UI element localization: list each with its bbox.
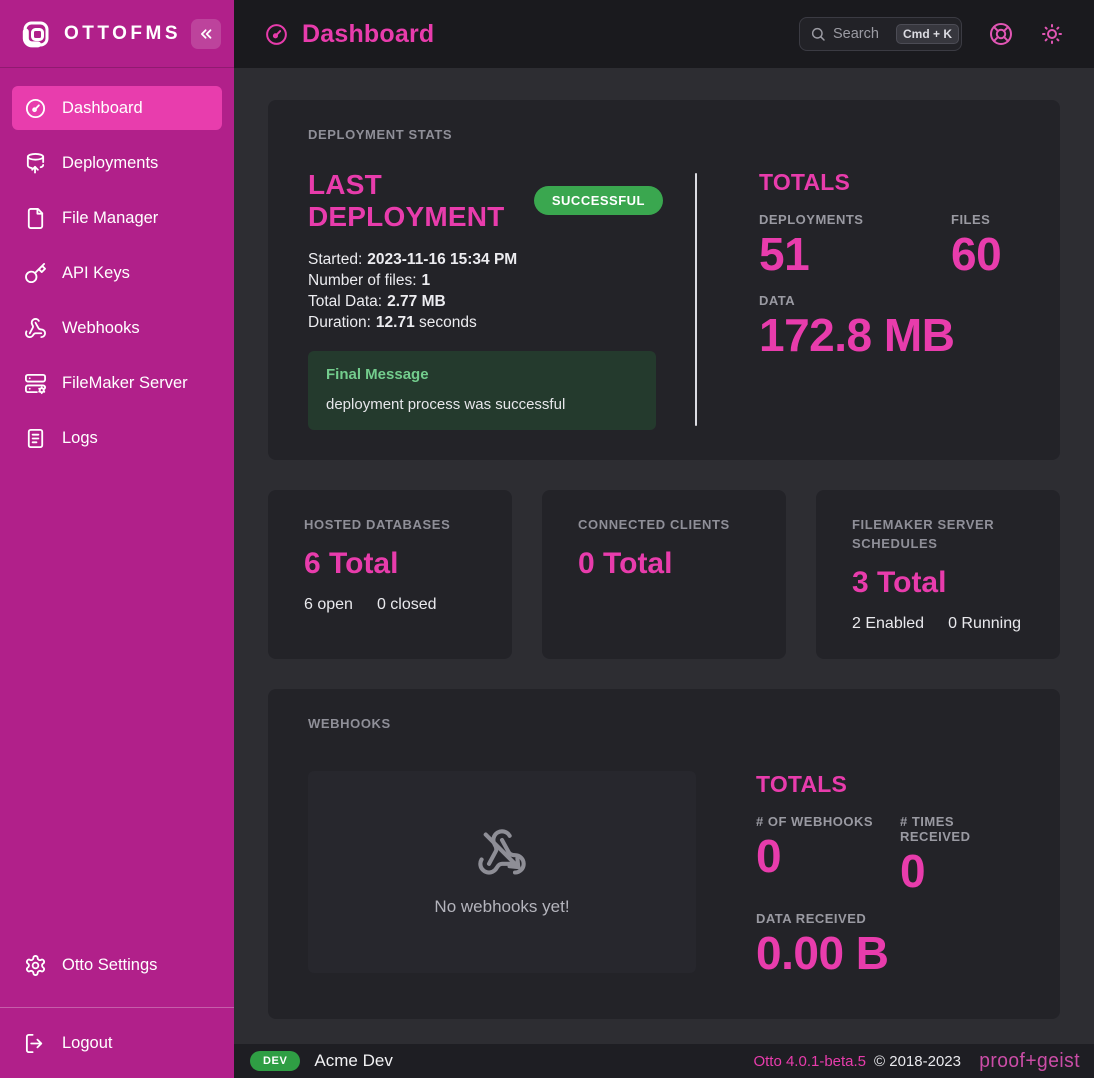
databases-closed-count: 0 closed [377,596,437,614]
webhooks-empty-state: No webhooks yet! [308,771,696,973]
server-name: Acme Dev [314,1051,392,1071]
stat-data: DATA 172.8 MB [759,293,1001,361]
logout-icon [24,1032,47,1055]
status-badge: SUCCESSFUL [534,186,663,215]
footer-right: Otto 4.0.1-beta.5 © 2018-2023 proof+geis… [753,1050,1080,1073]
webhooks-empty-message: No webhooks yet! [434,897,569,917]
deployment-stats-body: LAST DEPLOYMENT SUCCESSFUL Started:2023-… [308,169,1020,430]
sidebar-item-label: FileMaker Server [62,374,188,393]
sidebar-collapse-button[interactable] [191,19,221,49]
server-gear-icon [24,372,47,395]
fms-schedules-card: FILEMAKER SERVER SCHEDULES 3 Total 2 Ena… [816,490,1060,659]
last-deployment-title: LAST DEPLOYMENT [308,169,512,233]
sidebar-item-file-manager[interactable]: File Manager [12,196,222,240]
sidebar-header: OTTOFMS [0,0,234,68]
sidebar-item-label: Otto Settings [62,956,157,975]
sidebar-item-filemaker-server[interactable]: FileMaker Server [12,361,222,405]
gauge-icon [264,22,289,47]
theme-toggle-button[interactable] [1040,22,1064,46]
totals-title: TOTALS [759,169,1001,196]
file-icon [24,207,47,230]
webhooks-label: WEBHOOKS [308,715,1020,734]
deployment-stats-label: DEPLOYMENT STATS [308,126,1020,145]
schedules-enabled-count: 2 Enabled [852,615,924,633]
search-icon [810,26,826,42]
schedules-running-count: 0 Running [948,615,1021,633]
version-text: Otto 4.0.1-beta.5 [753,1053,866,1070]
topbar: Dashboard Cmd + K [234,0,1094,68]
sidebar-item-logout[interactable]: Logout [0,1007,234,1078]
stat-times-received: # TIMES RECEIVED 0 [900,814,1020,897]
stat-files: FILES 60 [951,212,1001,280]
stat-deployments: DEPLOYMENTS 51 [759,212,951,280]
stat-webhook-count: # OF WEBHOOKS 0 [756,814,900,897]
webhook-icon [24,317,47,340]
webhook-off-icon [476,827,528,879]
webhooks-card: WEBHOOKS No webhooks yet! [268,689,1060,1019]
last-deployment-details: Started:2023-11-16 15:34 PM Number of fi… [308,249,663,333]
search-box[interactable]: Cmd + K [799,17,962,51]
sidebar-item-label: File Manager [62,209,158,228]
stat-data-received: DATA RECEIVED 0.00 B [756,911,1020,979]
sidebar: OTTOFMS Dashboard [0,0,234,1078]
topbar-actions: Cmd + K [799,17,1064,51]
database-up-icon [24,152,47,175]
main-column: Dashboard Cmd + K [234,0,1094,1078]
ottofms-logo-icon [18,16,54,52]
sidebar-bottom: Otto Settings Logout [0,943,234,1078]
sidebar-nav: Dashboard Deployments File [0,68,234,460]
summary-cards-row: HOSTED DATABASES 6 Total 6 open 0 closed… [268,490,1060,659]
footer: DEV Acme Dev Otto 4.0.1-beta.5 © 2018-20… [234,1044,1094,1078]
hosted-databases-total: 6 Total [304,547,476,581]
schedules-total: 3 Total [852,566,1024,600]
search-input[interactable] [833,26,889,42]
final-message-body: deployment process was successful [326,396,638,413]
sidebar-item-label: Dashboard [62,99,143,118]
key-icon [24,262,47,285]
environment-badge: DEV [250,1051,300,1071]
sidebar-item-label: Logs [62,429,98,448]
last-deployment-panel: LAST DEPLOYMENT SUCCESSFUL Started:2023-… [308,169,663,430]
connected-clients-total: 0 Total [578,547,750,581]
gear-icon [24,954,47,977]
sidebar-item-webhooks[interactable]: Webhooks [12,306,222,350]
webhooks-totals-panel: TOTALS # OF WEBHOOKS 0 # TIMES RECEIVED … [696,771,1020,978]
sidebar-item-otto-settings[interactable]: Otto Settings [12,943,222,987]
brand-name: OTTOFMS [64,23,181,45]
file-text-icon [24,427,47,450]
webhooks-totals-title: TOTALS [756,771,1020,798]
vertical-divider [695,173,697,426]
sidebar-item-logs[interactable]: Logs [12,416,222,460]
sun-icon [1040,22,1064,46]
page-title: Dashboard [264,20,434,49]
sidebar-item-label: Logout [62,1034,112,1053]
sidebar-item-label: Webhooks [62,319,140,338]
final-message-panel: Final Message deployment process was suc… [308,351,656,430]
dashboard-content: DEPLOYMENT STATS LAST DEPLOYMENT SUCCESS… [234,68,1094,1044]
sidebar-item-api-keys[interactable]: API Keys [12,251,222,295]
life-buoy-icon [989,22,1013,46]
sidebar-item-label: API Keys [62,264,130,283]
deployment-totals-panel: TOTALS DEPLOYMENTS 51 FILES 60 DATA 172. [759,169,1001,430]
sidebar-item-label: Deployments [62,154,158,173]
search-shortcut-badge: Cmd + K [896,24,959,44]
deployment-stat-row: Duration:12.71 seconds [308,312,663,333]
final-message-title: Final Message [326,366,638,383]
databases-open-count: 6 open [304,596,353,614]
connected-clients-card: CONNECTED CLIENTS 0 Total [542,490,786,659]
deployment-stat-row: Number of files:1 [308,270,663,291]
proof-geist-logo[interactable]: proof+geist [979,1050,1080,1073]
copyright-text: © 2018-2023 [874,1053,961,1070]
sidebar-item-dashboard[interactable]: Dashboard [12,86,222,130]
deployment-stat-row: Total Data:2.77 MB [308,291,663,312]
deployment-stats-card: DEPLOYMENT STATS LAST DEPLOYMENT SUCCESS… [268,100,1060,460]
deployment-stat-row: Started:2023-11-16 15:34 PM [308,249,663,270]
chevrons-left-icon [197,25,215,43]
help-button[interactable] [989,22,1013,46]
gauge-icon [24,97,47,120]
page-title-text: Dashboard [302,20,434,49]
hosted-databases-card: HOSTED DATABASES 6 Total 6 open 0 closed [268,490,512,659]
sidebar-item-deployments[interactable]: Deployments [12,141,222,185]
